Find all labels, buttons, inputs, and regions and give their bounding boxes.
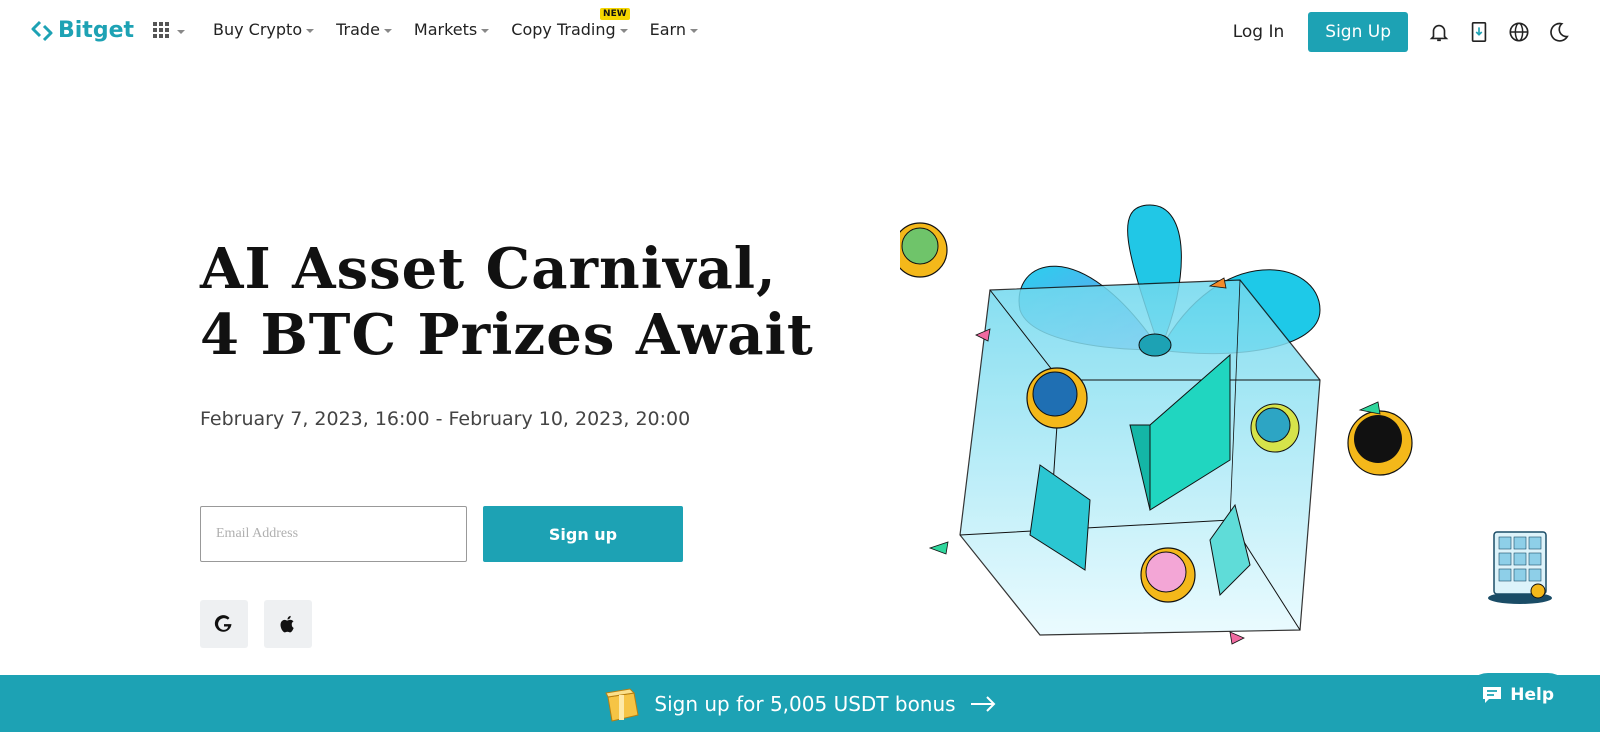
help-label: Help — [1510, 685, 1554, 705]
signup-button-top[interactable]: Sign Up — [1308, 12, 1408, 52]
menu-earn[interactable]: Earn — [650, 20, 698, 39]
chevron-down-icon — [306, 29, 315, 33]
google-icon — [214, 615, 232, 632]
chat-icon — [1483, 687, 1502, 703]
email-input[interactable] — [200, 506, 467, 562]
chevron-down-icon — [481, 29, 490, 33]
apple-icon — [280, 615, 294, 633]
gift-icon — [605, 687, 639, 722]
signup-button[interactable]: Sign up — [483, 506, 683, 562]
chevron-down-icon — [690, 29, 698, 33]
bitget-logo[interactable]: Bitget — [30, 18, 134, 43]
menu-label: Trade — [336, 20, 380, 39]
hero-title-line1: AI Asset Carnival, — [200, 236, 777, 302]
chevron-down-icon — [177, 29, 185, 34]
hero-title: AI Asset Carnival, 4 BTC Prizes Await — [200, 236, 814, 368]
arrow-right-icon — [970, 695, 996, 712]
right-nav: Log In Sign Up — [1233, 12, 1572, 52]
menu-label: Markets — [413, 20, 478, 39]
menu-trade[interactable]: Trade — [336, 20, 392, 39]
help-button[interactable]: Help — [1466, 673, 1570, 717]
menu-label: Earn — [649, 20, 686, 39]
new-badge: NEW — [600, 8, 630, 20]
menu-markets[interactable]: Markets — [413, 20, 490, 39]
event-date-range: February 7, 2023, 16:00 - February 10, 2… — [200, 408, 691, 430]
login-link[interactable]: Log In — [1233, 22, 1285, 42]
bell-icon[interactable] — [1426, 19, 1452, 45]
promo-floating-widget[interactable] — [1484, 528, 1554, 606]
download-icon[interactable] — [1466, 19, 1492, 45]
menu-copy-trading[interactable]: Copy Trading NEW — [511, 8, 630, 39]
google-signin-button[interactable] — [200, 600, 248, 648]
gift-box-illustration — [900, 204, 1413, 645]
apple-signin-button[interactable] — [264, 600, 312, 648]
signup-bonus-banner[interactable]: Sign up for 5,005 USDT bonus — [0, 675, 1600, 732]
apps-grid-icon — [153, 22, 169, 38]
chevron-down-icon — [619, 29, 628, 33]
globe-icon[interactable] — [1506, 19, 1532, 45]
moon-icon[interactable] — [1546, 19, 1572, 45]
menu-buy-crypto[interactable]: Buy Crypto — [213, 20, 315, 39]
menu-label: Copy Trading — [511, 20, 616, 39]
apps-menu[interactable] — [153, 22, 185, 38]
bitget-logo-icon — [31, 20, 53, 41]
menu-label: Buy Crypto — [213, 20, 303, 39]
chevron-down-icon — [383, 29, 392, 33]
main-menu: Buy Crypto Trade Markets Copy Trading NE… — [213, 8, 698, 39]
hero-title-line2: 4 BTC Prizes Await — [200, 302, 814, 368]
top-nav: Bitget Buy Crypto Trade Markets Copy Tra… — [0, 0, 1600, 62]
brand-name: Bitget — [58, 18, 135, 43]
banner-text: Sign up for 5,005 USDT bonus — [654, 691, 956, 716]
